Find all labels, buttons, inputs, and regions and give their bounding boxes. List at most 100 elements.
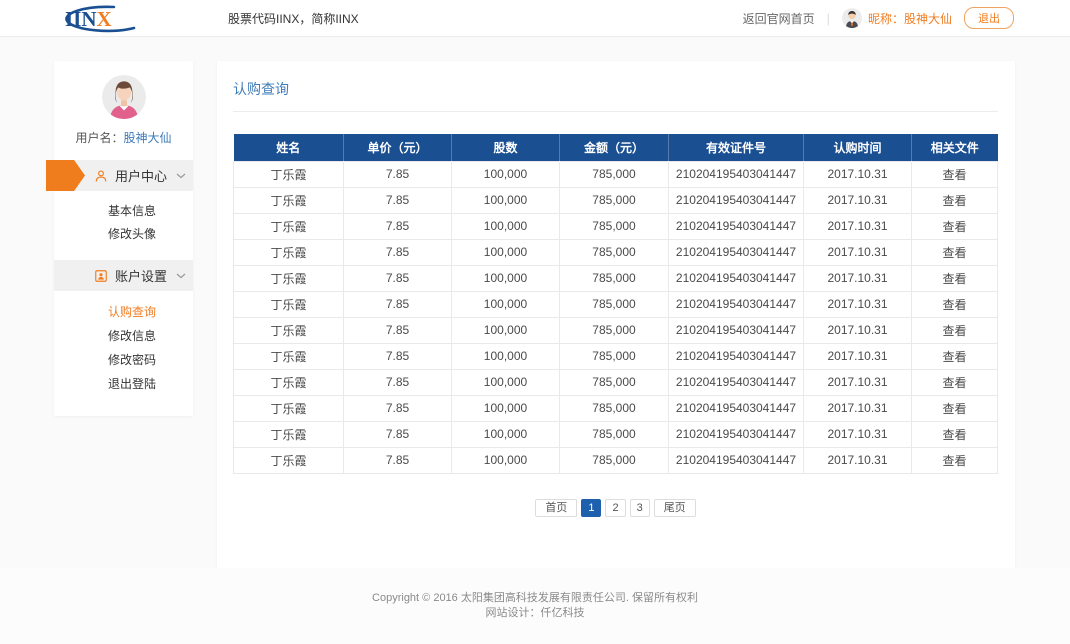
shares-cell: 100,000 — [452, 395, 560, 421]
sidebar-item-change-password[interactable]: 修改密码 — [54, 348, 193, 372]
view-link[interactable]: 查看 — [942, 194, 966, 208]
sidebar-item-change-info[interactable]: 修改信息 — [54, 324, 193, 348]
shares-cell: 100,000 — [452, 369, 560, 395]
amount-cell: 785,000 — [560, 421, 669, 447]
table-header-cell: 相关文件 — [912, 134, 998, 161]
amount-cell: 785,000 — [560, 447, 669, 473]
shares-cell: 100,000 — [452, 213, 560, 239]
shares-cell: 100,000 — [452, 317, 560, 343]
shares-cell: 100,000 — [452, 421, 560, 447]
amount-cell: 785,000 — [560, 187, 669, 213]
amount-cell: 785,000 — [560, 369, 669, 395]
file-cell: 查看 — [912, 447, 998, 473]
logo-text-blue: IIN — [65, 7, 97, 31]
shares-cell: 100,000 — [452, 447, 560, 473]
table-row: 丁乐霞7.85100,000785,0002102041954030414472… — [234, 239, 998, 265]
first-page-button[interactable]: 首页 — [535, 499, 577, 517]
table-header-cell: 姓名 — [234, 134, 344, 161]
name-cell: 丁乐霞 — [234, 265, 344, 291]
id-number-cell: 210204195403041447 — [669, 161, 804, 187]
unit-price-cell: 7.85 — [344, 369, 452, 395]
sidebar-item-change-avatar[interactable]: 修改头像 — [54, 223, 193, 246]
stock-code-subtitle: 股票代码IINX，简称IINX — [228, 10, 359, 27]
sidebar-menu: 用户中心 基本信息 修改头像 账户设置 — [54, 160, 193, 400]
view-link[interactable]: 查看 — [942, 402, 966, 416]
username: 用户名：股神大仙 — [54, 129, 193, 146]
file-cell: 查看 — [912, 369, 998, 395]
view-link[interactable]: 查看 — [942, 298, 966, 312]
sidebar-group-account-settings[interactable]: 账户设置 — [54, 260, 193, 291]
account-badge-icon — [94, 269, 108, 283]
id-number-cell: 210204195403041447 — [669, 447, 804, 473]
table-body: 丁乐霞7.85100,000785,0002102041954030414472… — [234, 161, 998, 473]
topbar-right: 返回官网首页 | 昵称：股神大仙 退出 — [743, 7, 1014, 29]
table-header-cell: 有效证件号 — [669, 134, 804, 161]
name-cell: 丁乐霞 — [234, 343, 344, 369]
view-link[interactable]: 查看 — [942, 376, 966, 390]
file-cell: 查看 — [912, 265, 998, 291]
logo[interactable]: IINX — [48, 3, 144, 33]
view-link[interactable]: 查看 — [942, 168, 966, 182]
subscribe-time-cell: 2017.10.31 — [804, 161, 912, 187]
subscribe-time-cell: 2017.10.31 — [804, 187, 912, 213]
subscribe-time-cell: 2017.10.31 — [804, 291, 912, 317]
account-settings-submenu: 认购查询 修改信息 修改密码 退出登陆 — [54, 291, 193, 400]
amount-cell: 785,000 — [560, 395, 669, 421]
id-number-cell: 210204195403041447 — [669, 265, 804, 291]
chevron-down-icon — [176, 273, 186, 279]
shares-cell: 100,000 — [452, 161, 560, 187]
amount-cell: 785,000 — [560, 239, 669, 265]
page-1-button[interactable]: 1 — [581, 499, 601, 517]
table-header-cell: 股数 — [452, 134, 560, 161]
unit-price-cell: 7.85 — [344, 317, 452, 343]
name-cell: 丁乐霞 — [234, 161, 344, 187]
topbar: IINX 股票代码IINX，简称IINX 返回官网首页 | 昵称：股神大仙 退出 — [0, 0, 1070, 37]
subscribe-time-cell: 2017.10.31 — [804, 239, 912, 265]
view-link[interactable]: 查看 — [942, 454, 966, 468]
page-2-button[interactable]: 2 — [605, 499, 625, 517]
file-cell: 查看 — [912, 395, 998, 421]
sidebar-item-logout[interactable]: 退出登陆 — [54, 372, 193, 396]
view-link[interactable]: 查看 — [942, 272, 966, 286]
view-link[interactable]: 查看 — [942, 428, 966, 442]
svg-text:IINX: IINX — [65, 7, 112, 31]
name-cell: 丁乐霞 — [234, 291, 344, 317]
table-row: 丁乐霞7.85100,000785,0002102041954030414472… — [234, 291, 998, 317]
chevron-down-icon — [176, 173, 186, 179]
view-link[interactable]: 查看 — [942, 324, 966, 338]
sidebar-group-user-center[interactable]: 用户中心 — [54, 160, 193, 191]
view-link[interactable]: 查看 — [942, 246, 966, 260]
footer: Copyright © 2016 太阳集团高科技发展有限责任公司. 保留所有权利… — [0, 568, 1070, 644]
file-cell: 查看 — [912, 291, 998, 317]
name-cell: 丁乐霞 — [234, 317, 344, 343]
home-link[interactable]: 返回官网首页 — [743, 10, 815, 27]
table-row: 丁乐霞7.85100,000785,0002102041954030414472… — [234, 317, 998, 343]
last-page-button[interactable]: 尾页 — [654, 499, 696, 517]
page-body: 用户名：股神大仙 用户中心 基本信息 修改头像 — [0, 37, 1070, 569]
view-link[interactable]: 查看 — [942, 350, 966, 364]
table-row: 丁乐霞7.85100,000785,0002102041954030414472… — [234, 161, 998, 187]
file-cell: 查看 — [912, 239, 998, 265]
shares-cell: 100,000 — [452, 187, 560, 213]
sidebar: 用户名：股神大仙 用户中心 基本信息 修改头像 — [54, 61, 193, 416]
main-card: 认购查询 姓名单价（元）股数金额（元）有效证件号认购时间相关文件 丁乐霞7.85… — [217, 61, 1015, 569]
file-cell: 查看 — [912, 187, 998, 213]
active-ribbon — [46, 160, 85, 191]
avatar-wrap — [54, 75, 193, 119]
shares-cell: 100,000 — [452, 265, 560, 291]
page-3-button[interactable]: 3 — [630, 499, 650, 517]
logo-text-orange: X — [97, 7, 112, 31]
view-link[interactable]: 查看 — [942, 220, 966, 234]
amount-cell: 785,000 — [560, 213, 669, 239]
logout-button[interactable]: 退出 — [964, 7, 1014, 29]
sidebar-item-basic-info[interactable]: 基本信息 — [54, 200, 193, 223]
subscribe-time-cell: 2017.10.31 — [804, 317, 912, 343]
id-number-cell: 210204195403041447 — [669, 369, 804, 395]
sidebar-item-subscription-query[interactable]: 认购查询 — [54, 300, 193, 324]
unit-price-cell: 7.85 — [344, 187, 452, 213]
shares-cell: 100,000 — [452, 291, 560, 317]
unit-price-cell: 7.85 — [344, 447, 452, 473]
name-cell: 丁乐霞 — [234, 447, 344, 473]
file-cell: 查看 — [912, 213, 998, 239]
table-row: 丁乐霞7.85100,000785,0002102041954030414472… — [234, 187, 998, 213]
